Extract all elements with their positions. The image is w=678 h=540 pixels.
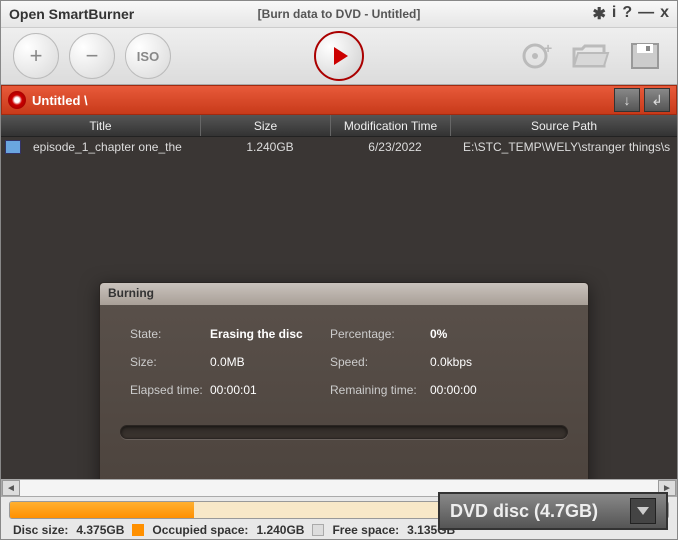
- toolbar: + − ISO +: [1, 27, 677, 85]
- occupied-swatch: [132, 524, 144, 536]
- col-size[interactable]: Size: [201, 115, 331, 136]
- dialog-title: Burning: [100, 283, 588, 305]
- info-icon[interactable]: i: [612, 4, 616, 24]
- disc-size-value: 4.375GB: [76, 523, 124, 537]
- open-folder-icon[interactable]: [571, 38, 611, 74]
- elapsed-value: 00:00:01: [210, 383, 330, 397]
- iso-button[interactable]: ISO: [125, 33, 171, 79]
- close-icon[interactable]: x: [660, 4, 669, 24]
- col-title[interactable]: Title: [1, 115, 201, 136]
- cell-mod: 6/23/2022: [335, 140, 455, 154]
- file-icon: [5, 140, 21, 154]
- iso-label: ISO: [137, 49, 159, 64]
- percentage-label: Percentage:: [330, 327, 430, 341]
- disc-size-label: Disc size:: [13, 523, 68, 537]
- free-swatch: [312, 524, 324, 536]
- cell-title: episode_1_chapter one_the: [25, 140, 205, 154]
- app-window: Open SmartBurner [Burn data to DVD - Unt…: [0, 0, 678, 540]
- save-icon[interactable]: [625, 38, 665, 74]
- occupied-value: 1.240GB: [256, 523, 304, 537]
- scroll-left-icon[interactable]: ◄: [2, 480, 20, 496]
- remove-button[interactable]: −: [69, 33, 115, 79]
- remaining-label: Remaining time:: [330, 383, 430, 397]
- size-value: 0.0MB: [210, 355, 330, 369]
- col-modification[interactable]: Modification Time: [331, 115, 451, 136]
- app-title: Open SmartBurner: [9, 6, 134, 22]
- breadcrumb-label[interactable]: Untitled \: [32, 93, 610, 108]
- window-controls: ✱ i ? — x: [592, 4, 669, 24]
- state-value: Erasing the disc: [210, 327, 330, 341]
- burning-dialog: Burning State: Erasing the disc Percenta…: [99, 282, 589, 479]
- disc-type-dropdown[interactable]: DVD disc (4.7GB): [438, 492, 668, 530]
- disc-icon: [8, 91, 26, 109]
- titlebar: Open SmartBurner [Burn data to DVD - Unt…: [1, 1, 677, 27]
- minus-icon: −: [86, 43, 99, 69]
- capacity-fill: [10, 502, 194, 518]
- nav-down-button[interactable]: ↓: [614, 88, 640, 112]
- progress-bar: [120, 425, 568, 439]
- plus-icon: +: [30, 43, 43, 69]
- percentage-value: 0%: [430, 327, 510, 341]
- disc-type-label: DVD disc (4.7GB): [450, 501, 598, 522]
- breadcrumb-bar: Untitled \ ↓ ↲: [1, 85, 677, 115]
- settings-icon[interactable]: ✱: [592, 4, 605, 24]
- dropdown-arrow-icon: [630, 498, 656, 524]
- cell-path: E:\STC_TEMP\WELY\stranger things\s: [455, 140, 677, 154]
- help-icon[interactable]: ?: [622, 4, 632, 24]
- speed-label: Speed:: [330, 355, 430, 369]
- remaining-value: 00:00:00: [430, 383, 510, 397]
- speed-value: 0.0kbps: [430, 355, 510, 369]
- state-label: State:: [130, 327, 210, 341]
- occupied-label: Occupied space:: [152, 523, 248, 537]
- disc-options-icon[interactable]: +: [517, 38, 557, 74]
- nav-return-button[interactable]: ↲: [644, 88, 670, 112]
- dialog-grid: State: Erasing the disc Percentage: 0% S…: [100, 305, 588, 407]
- document-title: [Burn data to DVD - Untitled]: [258, 7, 421, 21]
- add-button[interactable]: +: [13, 33, 59, 79]
- free-label: Free space:: [332, 523, 399, 537]
- file-list: episode_1_chapter one_the 1.240GB 6/23/2…: [1, 137, 677, 479]
- cell-size: 1.240GB: [205, 140, 335, 154]
- column-headers: Title Size Modification Time Source Path: [1, 115, 677, 137]
- table-row[interactable]: episode_1_chapter one_the 1.240GB 6/23/2…: [1, 137, 677, 157]
- elapsed-label: Elapsed time:: [130, 383, 210, 397]
- minimize-icon[interactable]: —: [638, 4, 654, 24]
- col-source-path[interactable]: Source Path: [451, 115, 677, 136]
- size-label: Size:: [130, 355, 210, 369]
- burn-button[interactable]: [314, 31, 364, 81]
- svg-text:+: +: [544, 41, 552, 56]
